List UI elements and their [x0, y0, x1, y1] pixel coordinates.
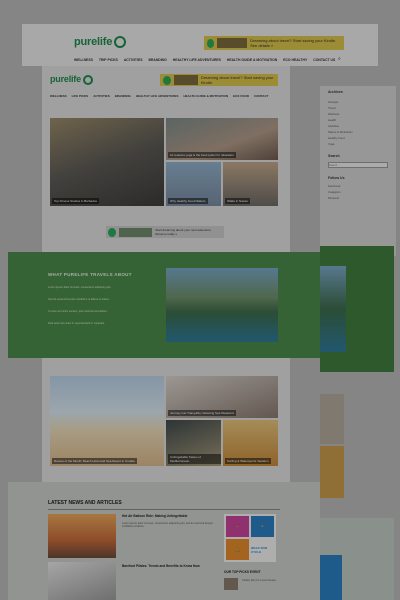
nav-item[interactable]: ECO FOOD — [233, 94, 249, 98]
sidebar-item[interactable]: Travel — [328, 106, 336, 110]
site-header: purelife Dreaming about travel? Start sa… — [22, 24, 378, 66]
nav-item[interactable]: HEALTHY LIFE ADVENTURES — [136, 94, 179, 98]
sidebar-title: Archives — [328, 90, 343, 94]
sidebar-item[interactable]: Yoga — [328, 142, 334, 146]
ad-text: Start dreaming about your next adventure… — [155, 228, 212, 236]
band-title: WHAT PURELIFE TRAVELS ABOUT — [48, 272, 132, 277]
sidebar-item[interactable]: Health — [328, 118, 336, 122]
latest-news-section: LATEST NEWS AND ARTICLES Hot Air Balloon… — [8, 482, 320, 600]
ad-badge-icon — [163, 75, 171, 85]
section-title: LATEST NEWS AND ARTICLES — [48, 500, 122, 506]
featured-tile-top-right[interactable]: 10 reasons yoga is the best option for r… — [166, 118, 278, 160]
nav-item[interactable]: CONTACT — [254, 94, 268, 98]
ad-text: Dreaming about travel? Start saving your… — [250, 38, 337, 48]
ad-image — [118, 227, 153, 237]
sidebar-item[interactable]: Nature & Motivation — [328, 130, 353, 134]
review-tile-mid[interactable]: Unforgettable Tastes of Mediterranean — [166, 420, 221, 466]
about-band: WHAT PURELIFE TRAVELS ABOUT Lorem ipsum … — [8, 252, 320, 358]
follow-item[interactable]: Facebook — [328, 184, 340, 188]
tile-caption: Unforgettable Tastes of Mediterranean — [168, 454, 221, 464]
sidebar: Archives Lifestyle Travel Wellness Healt… — [320, 86, 396, 256]
tile-caption: Walks in Nature — [225, 198, 251, 204]
browser-page: purelife Dreaming about travel? Start sa… — [0, 0, 400, 600]
run-icon: 🏃 — [251, 516, 274, 537]
sidebar-search-input[interactable] — [328, 162, 388, 168]
nav-item[interactable]: ACTIVITIES — [93, 94, 110, 98]
nav-item[interactable]: WELLNESS — [74, 58, 93, 62]
sidebar-item[interactable]: Healthy Food — [328, 136, 345, 140]
walk-run-cycle-label: WALK RUN CYCLE — [251, 539, 274, 560]
nav-item[interactable]: BRANDING — [148, 58, 166, 62]
inner-ad-banner[interactable]: Dreaming about travel? Start saving your… — [160, 74, 278, 86]
nav-item[interactable]: WELLNESS — [50, 94, 67, 98]
ghost-tile — [320, 394, 344, 444]
ghost-panel-img — [320, 266, 346, 352]
top-pick-item[interactable]: Charity Run for Local Causes — [242, 579, 282, 582]
inner-logo[interactable]: purelife — [50, 74, 93, 85]
tile-caption: Top Fitness Studios in Barbados — [52, 198, 100, 204]
search-title: Search — [328, 154, 340, 158]
site-logo[interactable]: purelife — [74, 36, 127, 49]
tile-caption: 10 reasons yoga is the best option for r… — [168, 152, 236, 158]
logo-leaf-icon — [114, 36, 127, 49]
main-nav: WELLNESS TRIP PICKS ACTIVITIES BRANDING … — [74, 58, 335, 62]
ghost-walk-badge — [320, 555, 342, 600]
nav-item[interactable]: HEALTH GUIDE & MOTIVATION — [184, 94, 229, 98]
tile-caption: Surfing & Watersports Vacation — [225, 458, 271, 464]
follow-item[interactable]: Pinterest — [328, 196, 339, 200]
search-icon[interactable]: ⌕ — [338, 56, 341, 62]
band-text: Duis aute irure dolor in reprehenderit i… — [48, 322, 105, 325]
ad-text: Dreaming about travel? Start saving your… — [200, 75, 274, 85]
logo-leaf-icon — [82, 74, 93, 85]
ad-image — [217, 38, 248, 48]
ad-badge-icon — [108, 227, 116, 237]
article-thumb-balloons[interactable] — [48, 514, 116, 558]
ad-badge-icon — [207, 38, 215, 48]
sidebar-item[interactable]: Wellness — [328, 112, 339, 116]
article-excerpt: Lorem ipsum dolor sit amet, consectetur … — [122, 522, 213, 529]
tile-caption: Journey into Tranquility: Relaxing Spa W… — [168, 410, 236, 416]
ghost-tile — [320, 446, 344, 498]
header-ad-banner[interactable]: Dreaming about travel? Start saving your… — [204, 36, 344, 50]
follow-item[interactable]: Instagram — [328, 190, 340, 194]
featured-tile-small[interactable]: Walks in Nature — [223, 162, 278, 206]
cycle-icon: 🚴 — [226, 539, 249, 560]
band-text: Lorem ipsum dolor sit amet, consectetur … — [48, 286, 112, 289]
review-tile-small[interactable]: Surfing & Watersports Vacation — [223, 420, 278, 466]
ad-image — [173, 75, 198, 85]
nav-item[interactable]: HEALTH GUIDE & MOTIVATION — [227, 58, 277, 62]
walk-icon: 🚶 — [226, 516, 249, 537]
nav-item[interactable]: TRIP PICKS — [99, 58, 118, 62]
band-text: Ut enim ad minim veniam, quis nostrud ex… — [48, 310, 108, 313]
nav-item[interactable]: ECO HEALTHY — [283, 58, 307, 62]
walk-run-cycle-badge[interactable]: 🚶 🏃 🚴 WALK RUN CYCLE — [224, 514, 276, 562]
top-picks-title: OUR TOP PICKS EVENT — [224, 570, 261, 574]
sidebar-item[interactable]: Lifestyle — [328, 100, 338, 104]
follow-title: Follow Us — [328, 176, 345, 180]
article-thumb-pilates[interactable] — [48, 562, 116, 600]
inner-nav: WELLNESS LIFE PICKS ACTIVITIES BRANDING … — [50, 94, 268, 98]
section-divider — [48, 509, 280, 510]
nav-item[interactable]: LIFE PICKS — [72, 94, 89, 98]
band-text: Sed do eiusmod tempor incididunt ut labo… — [48, 298, 110, 301]
sidebar-item[interactable]: Activities — [328, 124, 339, 128]
featured-tile-large[interactable]: Top Fitness Studios in Barbados — [50, 118, 164, 206]
tile-caption: Why Healthy Food Matters — [168, 198, 208, 204]
coastline-image — [166, 268, 278, 342]
featured-tile-mid[interactable]: Why Healthy Food Matters — [166, 162, 221, 206]
mid-ad-banner[interactable]: Start dreaming about your next adventure… — [106, 226, 224, 238]
article-title[interactable]: Hot Air Balloon Ride: Making Unforgettab… — [122, 514, 187, 518]
nav-item[interactable]: ACTIVITIES — [124, 58, 143, 62]
review-tile-top-right[interactable]: Journey into Tranquility: Relaxing Spa W… — [166, 376, 278, 418]
review-tile-large[interactable]: Review of the Month: Beach Hotel and Spa… — [50, 376, 164, 466]
tile-caption: Review of the Month: Beach Hotel and Spa… — [52, 458, 137, 464]
nav-item[interactable]: BRANDING — [115, 94, 131, 98]
nav-item[interactable]: CONTACT US — [313, 58, 335, 62]
article-title[interactable]: Barefoot Pilates: Trends and Benefits to… — [122, 564, 200, 568]
top-pick-thumb[interactable] — [224, 578, 238, 590]
nav-item[interactable]: HEALTHY LIFE ADVENTURES — [173, 58, 221, 62]
